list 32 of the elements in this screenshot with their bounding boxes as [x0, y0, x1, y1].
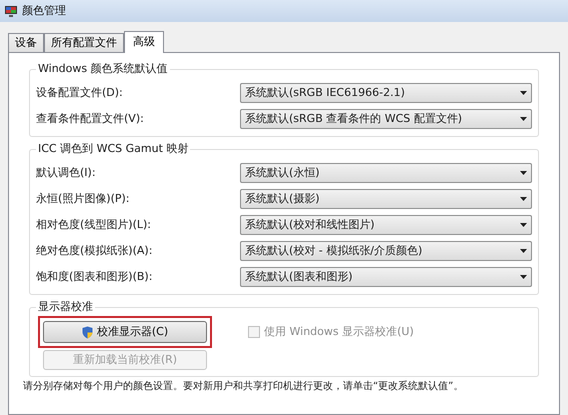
- dropdown-arrow-icon: [520, 249, 527, 253]
- tab[interactable]: 高级: [124, 31, 164, 53]
- field-label: 永恒(照片图像)(P):: [36, 190, 131, 207]
- dropdown-arrow-icon: [520, 275, 527, 279]
- tab[interactable]: 设备: [8, 33, 44, 52]
- tab[interactable]: 所有配置文件: [44, 33, 124, 52]
- dropdown-arrow-icon: [520, 223, 527, 227]
- field-label: 设备配置文件(D):: [36, 84, 124, 101]
- group-title: 显示器校准: [36, 300, 95, 314]
- group-title: ICC 调色到 WCS Gamut 映射: [36, 142, 190, 156]
- monitor-icon: [4, 4, 18, 18]
- dropdown[interactable]: 系统默认(校对 - 模拟纸张/介质颜色): [240, 241, 532, 261]
- field-label: 查看条件配置文件(V):: [36, 110, 145, 127]
- field-label: 饱和度(图表和图形)(B):: [36, 268, 154, 285]
- dropdown[interactable]: 系统默认(摄影): [240, 189, 532, 209]
- dropdown-arrow-icon: [520, 117, 527, 121]
- footer-note: 请分别存储对每个用户的颜色设置。要对新用户和共享打印机进行更改，请单击“更改系统默认值”。: [23, 380, 464, 393]
- dropdown-arrow-icon: [520, 197, 527, 201]
- field-label: 默认调色(I):: [36, 164, 97, 181]
- dropdown[interactable]: 系统默认(图表和图形): [240, 267, 532, 287]
- calibrate-display-button[interactable]: 校准显示器(C): [43, 321, 207, 343]
- field-label: 相对色度(线型图片)(L):: [36, 216, 152, 233]
- field-label: 绝对色度(模拟纸张)(A):: [36, 242, 154, 259]
- dropdown-arrow-icon: [520, 91, 527, 95]
- dropdown[interactable]: 系统默认(sRGB IEC61966-2.1): [240, 83, 532, 103]
- group-title: Windows 颜色系统默认值: [36, 62, 170, 76]
- window-title: 颜色管理: [22, 2, 66, 19]
- dropdown[interactable]: 系统默认(校对和线性图片): [240, 215, 532, 235]
- dropdown-arrow-icon: [520, 171, 527, 175]
- dropdown[interactable]: 系统默认(sRGB 查看条件的 WCS 配置文件): [240, 109, 532, 129]
- dropdown[interactable]: 系统默认(永恒): [240, 163, 532, 183]
- shield-icon: [82, 326, 93, 338]
